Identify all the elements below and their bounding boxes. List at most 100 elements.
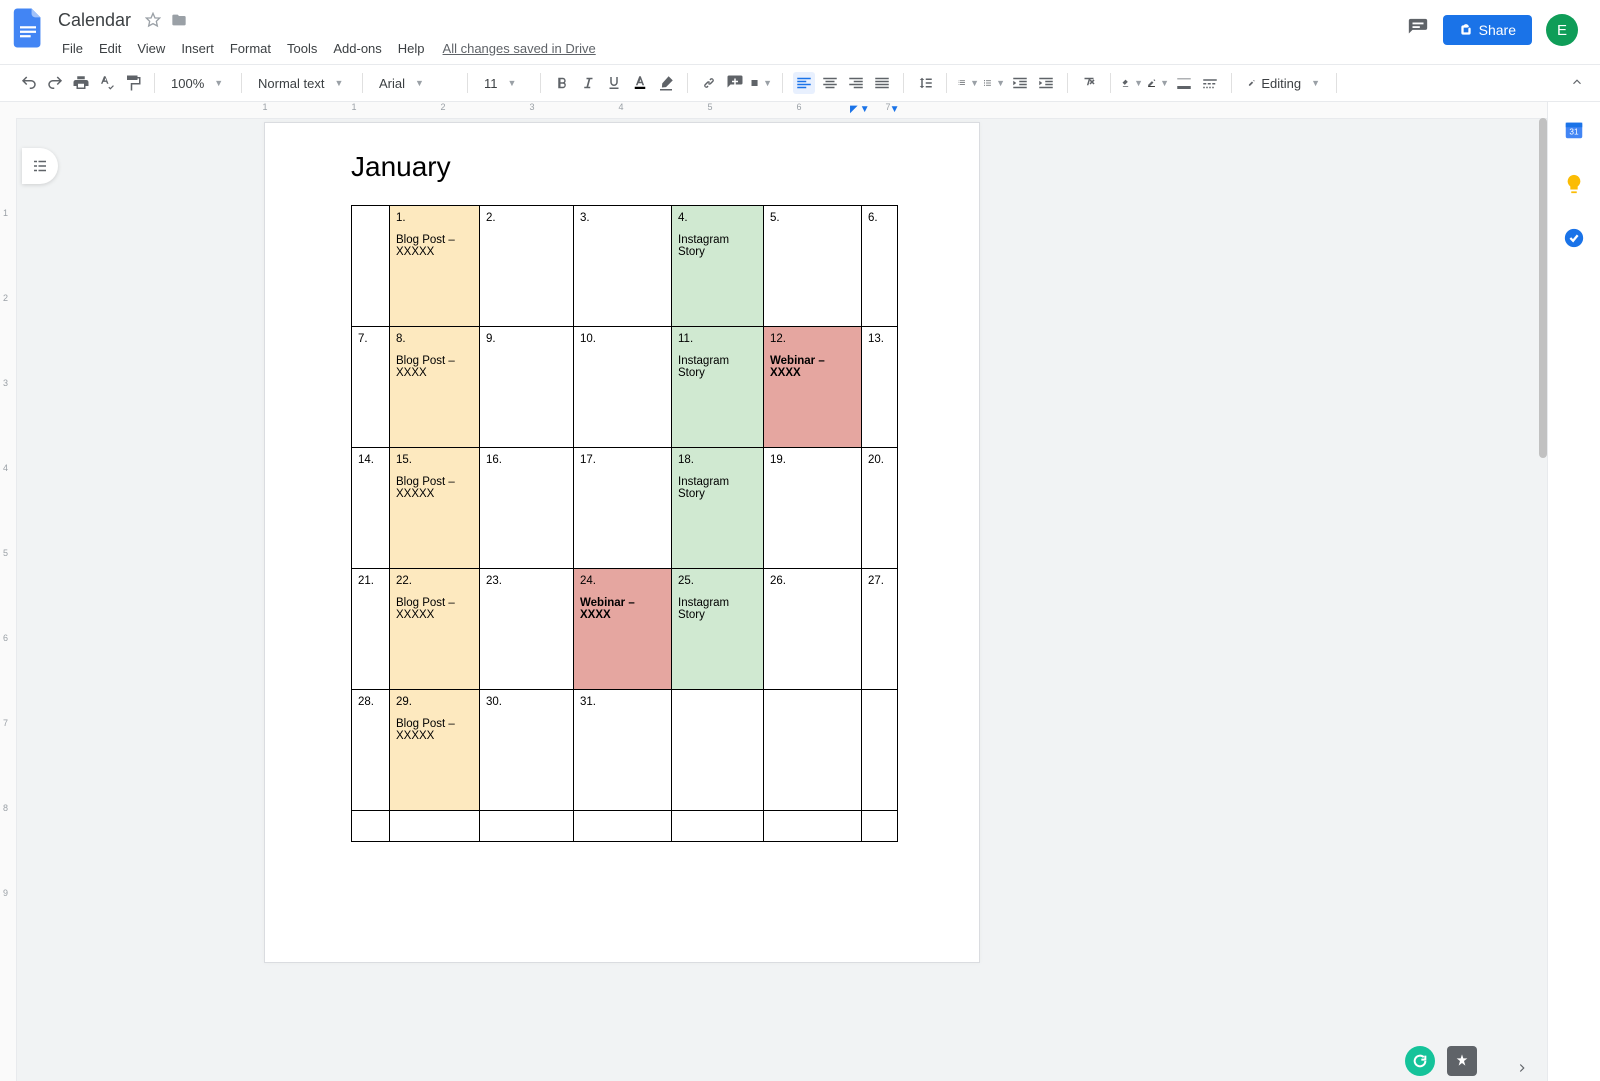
bulleted-list-button[interactable]: ▼ bbox=[983, 72, 1005, 94]
menu-tools[interactable]: Tools bbox=[279, 39, 325, 58]
table-cell[interactable]: 25.Instagram Story bbox=[672, 569, 764, 690]
table-cell[interactable]: 28. bbox=[352, 690, 390, 811]
align-center-button[interactable] bbox=[819, 72, 841, 94]
calendar-addon-icon[interactable]: 31 bbox=[1562, 118, 1586, 142]
table-cell[interactable]: 26. bbox=[764, 569, 862, 690]
table-cell[interactable]: 27. bbox=[862, 569, 898, 690]
table-cell[interactable] bbox=[672, 690, 764, 811]
table-cell[interactable]: 22.Blog Post – XXXXX bbox=[390, 569, 480, 690]
fill-color-button[interactable]: ▼ bbox=[1121, 72, 1143, 94]
star-icon[interactable] bbox=[145, 12, 161, 28]
table-cell[interactable]: 16. bbox=[480, 448, 574, 569]
editor-canvas[interactable]: 1 1 2 3 4 5 6 7 ◤▼▼ 1 2 3 4 5 6 7 bbox=[0, 102, 1547, 1081]
menu-addons[interactable]: Add-ons bbox=[325, 39, 389, 58]
table-cell[interactable]: 30. bbox=[480, 690, 574, 811]
scrollbar-thumb[interactable] bbox=[1539, 118, 1547, 458]
redo-button[interactable] bbox=[44, 72, 66, 94]
align-left-button[interactable] bbox=[793, 72, 815, 94]
table-cell[interactable] bbox=[352, 811, 390, 842]
undo-button[interactable] bbox=[18, 72, 40, 94]
border-color-button[interactable]: ▼ bbox=[1147, 72, 1169, 94]
tasks-addon-icon[interactable] bbox=[1562, 226, 1586, 250]
table-cell[interactable]: 2. bbox=[480, 206, 574, 327]
table-cell[interactable] bbox=[352, 206, 390, 327]
font-family-selector[interactable]: Arial▼ bbox=[373, 76, 457, 91]
table-cell[interactable]: 29.Blog Post – XXXXX bbox=[390, 690, 480, 811]
table-cell[interactable]: 9. bbox=[480, 327, 574, 448]
zoom-selector[interactable]: 100%▼ bbox=[165, 76, 231, 91]
align-justify-button[interactable] bbox=[871, 72, 893, 94]
table-cell[interactable]: 8.Blog Post – XXXX bbox=[390, 327, 480, 448]
table-cell[interactable]: 10. bbox=[574, 327, 672, 448]
decrease-indent-button[interactable] bbox=[1009, 72, 1031, 94]
docs-logo[interactable] bbox=[10, 10, 46, 46]
table-cell[interactable]: 11.Instagram Story bbox=[672, 327, 764, 448]
table-cell[interactable] bbox=[764, 690, 862, 811]
table-cell[interactable]: 6. bbox=[862, 206, 898, 327]
menu-insert[interactable]: Insert bbox=[173, 39, 222, 58]
editing-mode-selector[interactable]: Editing ▼ bbox=[1242, 76, 1326, 91]
document-page[interactable]: January 1.Blog Post – XXXXX2.3.4.Instagr… bbox=[264, 122, 980, 963]
table-cell[interactable]: 19. bbox=[764, 448, 862, 569]
table-row[interactable]: 14.15.Blog Post – XXXXX16.17.18.Instagra… bbox=[352, 448, 898, 569]
menu-view[interactable]: View bbox=[129, 39, 173, 58]
table-cell[interactable]: 5. bbox=[764, 206, 862, 327]
table-cell[interactable]: 23. bbox=[480, 569, 574, 690]
border-width-button[interactable] bbox=[1173, 72, 1195, 94]
table-row[interactable]: 21.22.Blog Post – XXXXX23.24.Webinar – X… bbox=[352, 569, 898, 690]
open-comments-icon[interactable] bbox=[1407, 17, 1429, 44]
table-cell[interactable]: 21. bbox=[352, 569, 390, 690]
insert-comment-button[interactable] bbox=[724, 72, 746, 94]
table-cell[interactable]: 13. bbox=[862, 327, 898, 448]
move-to-folder-icon[interactable] bbox=[171, 12, 187, 28]
table-cell[interactable]: 31. bbox=[574, 690, 672, 811]
document-title[interactable]: Calendar bbox=[54, 10, 135, 31]
underline-button[interactable] bbox=[603, 72, 625, 94]
border-dash-button[interactable] bbox=[1199, 72, 1221, 94]
highlight-color-button[interactable] bbox=[655, 72, 677, 94]
table-row[interactable] bbox=[352, 811, 898, 842]
table-cell[interactable]: 7. bbox=[352, 327, 390, 448]
grammarly-icon[interactable] bbox=[1405, 1046, 1435, 1076]
table-cell[interactable]: 24.Webinar – XXXX bbox=[574, 569, 672, 690]
table-cell[interactable]: 15.Blog Post – XXXXX bbox=[390, 448, 480, 569]
table-row[interactable]: 28.29.Blog Post – XXXXX30.31. bbox=[352, 690, 898, 811]
menu-file[interactable]: File bbox=[54, 39, 91, 58]
insert-image-button[interactable]: ▼ bbox=[750, 72, 772, 94]
table-row[interactable]: 1.Blog Post – XXXXX2.3.4.Instagram Story… bbox=[352, 206, 898, 327]
table-cell[interactable]: 1.Blog Post – XXXXX bbox=[390, 206, 480, 327]
table-cell[interactable]: 12.Webinar – XXXX bbox=[764, 327, 862, 448]
keep-addon-icon[interactable] bbox=[1562, 172, 1586, 196]
page-heading[interactable]: January bbox=[351, 151, 893, 183]
insert-link-button[interactable] bbox=[698, 72, 720, 94]
menu-edit[interactable]: Edit bbox=[91, 39, 129, 58]
menu-help[interactable]: Help bbox=[390, 39, 433, 58]
spellcheck-button[interactable] bbox=[96, 72, 118, 94]
calendar-table[interactable]: 1.Blog Post – XXXXX2.3.4.Instagram Story… bbox=[351, 205, 898, 842]
text-color-button[interactable] bbox=[629, 72, 651, 94]
table-cell[interactable] bbox=[862, 811, 898, 842]
table-cell[interactable] bbox=[574, 811, 672, 842]
table-cell[interactable] bbox=[672, 811, 764, 842]
table-cell[interactable] bbox=[862, 690, 898, 811]
print-button[interactable] bbox=[70, 72, 92, 94]
bold-button[interactable] bbox=[551, 72, 573, 94]
clear-formatting-button[interactable] bbox=[1078, 72, 1100, 94]
increase-indent-button[interactable] bbox=[1035, 72, 1057, 94]
show-side-panel-button[interactable] bbox=[1515, 1061, 1529, 1078]
explore-button[interactable] bbox=[1447, 1046, 1477, 1076]
table-cell[interactable] bbox=[764, 811, 862, 842]
paint-format-button[interactable] bbox=[122, 72, 144, 94]
line-spacing-button[interactable] bbox=[914, 72, 936, 94]
table-cell[interactable]: 18.Instagram Story bbox=[672, 448, 764, 569]
account-avatar[interactable]: E bbox=[1546, 14, 1578, 46]
share-button[interactable]: Share bbox=[1443, 15, 1532, 45]
table-row[interactable]: 7.8.Blog Post – XXXX9.10.11.Instagram St… bbox=[352, 327, 898, 448]
font-size-selector[interactable]: 11▼ bbox=[478, 76, 530, 91]
vertical-ruler[interactable]: 1 2 3 4 5 6 7 8 9 bbox=[0, 118, 17, 1081]
collapse-toolbar-button[interactable] bbox=[1570, 75, 1584, 92]
menu-format[interactable]: Format bbox=[222, 39, 279, 58]
table-cell[interactable] bbox=[480, 811, 574, 842]
document-outline-toggle[interactable] bbox=[22, 148, 58, 184]
italic-button[interactable] bbox=[577, 72, 599, 94]
